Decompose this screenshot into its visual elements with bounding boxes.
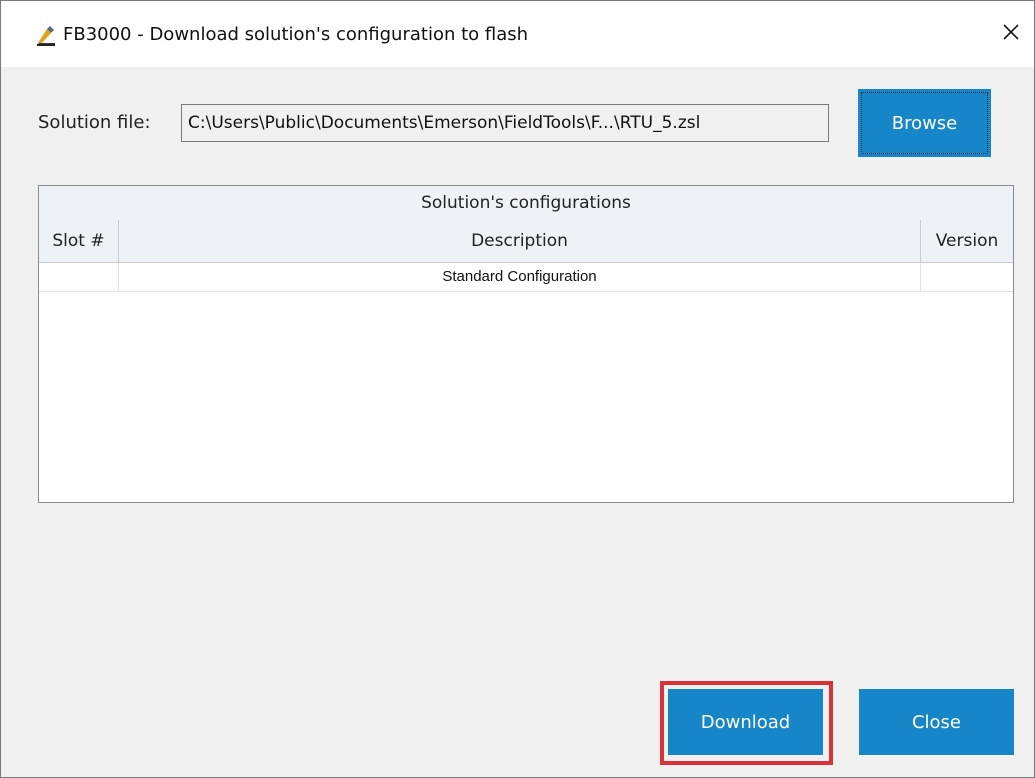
solution-file-label: Solution file:: [38, 112, 151, 133]
cell-slot: [39, 263, 119, 291]
cell-description: Standard Configuration: [119, 263, 921, 291]
configurations-table: Solution's configurations Slot # Descrip…: [38, 185, 1014, 503]
solution-file-input[interactable]: C:\Users\Public\Documents\Emerson\FieldT…: [181, 104, 829, 142]
app-icon: [35, 25, 57, 47]
dialog-window: FB3000 - Download solution's configurati…: [0, 0, 1035, 778]
column-header-version[interactable]: Version: [921, 220, 1013, 262]
column-header-description[interactable]: Description: [119, 220, 921, 262]
window-title: FB3000 - Download solution's configurati…: [63, 24, 529, 45]
column-header-slot[interactable]: Slot #: [39, 220, 119, 262]
table-row[interactable]: Standard Configuration: [39, 263, 1013, 292]
close-button[interactable]: Close: [859, 689, 1014, 755]
window-close-button[interactable]: [988, 1, 1034, 67]
close-icon: [1002, 23, 1020, 45]
table-group-header: Solution's configurations: [39, 186, 1013, 221]
table-header-row: Slot # Description Version: [39, 220, 1013, 263]
title-bar: FB3000 - Download solution's configurati…: [1, 1, 1034, 67]
cell-version: [921, 263, 1013, 291]
browse-button[interactable]: Browse: [858, 89, 991, 157]
download-button[interactable]: Download: [668, 689, 823, 755]
